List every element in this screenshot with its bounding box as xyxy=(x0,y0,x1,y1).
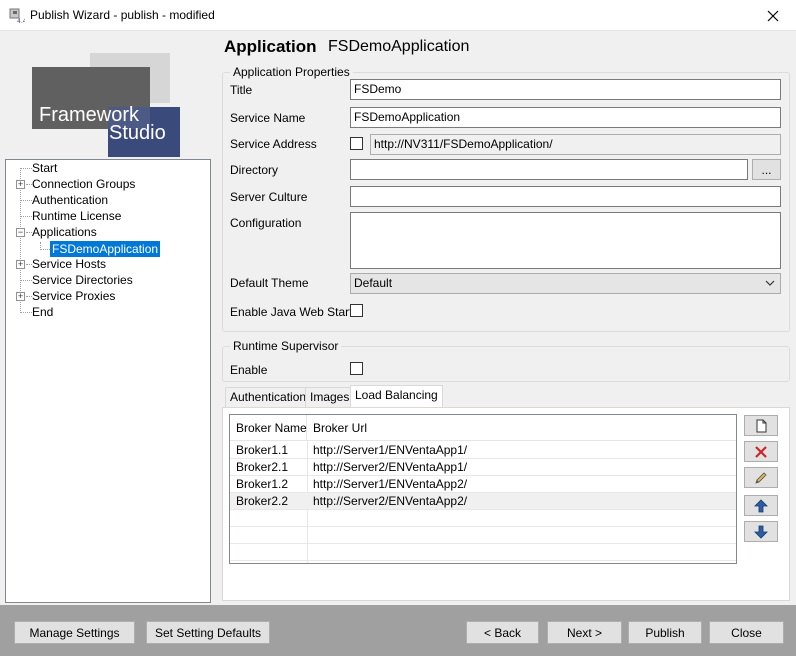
navigation-tree[interactable]: Start + Connection Groups Authentication… xyxy=(5,159,211,603)
window-title: Publish Wizard - publish - modified xyxy=(30,8,215,22)
service-name-label: Service Name xyxy=(230,111,306,125)
service-name-field[interactable]: FSDemoApplication xyxy=(350,107,781,128)
new-broker-button[interactable] xyxy=(744,415,778,436)
footer-bar: Manage Settings Set Setting Defaults < B… xyxy=(0,605,796,656)
title-bar: 4.4 Publish Wizard - publish - modified xyxy=(0,0,796,31)
tree-item-connection-groups[interactable]: Connection Groups xyxy=(32,176,135,192)
edit-broker-button[interactable] xyxy=(744,467,778,488)
delete-broker-button[interactable] xyxy=(744,441,778,462)
tree-item-service-hosts[interactable]: Service Hosts xyxy=(32,256,106,272)
tree-item-end[interactable]: End xyxy=(32,304,53,320)
chevron-down-icon xyxy=(765,280,775,286)
runtime-supervisor-group: Runtime Supervisor xyxy=(222,339,790,382)
tree-connector xyxy=(20,280,32,281)
move-up-icon xyxy=(754,498,768,512)
next-button[interactable]: Next > xyxy=(547,621,622,644)
tab-authentication[interactable]: Authentication xyxy=(225,387,312,407)
java-web-start-checkbox[interactable] xyxy=(350,304,363,317)
java-web-start-label: Enable Java Web Start xyxy=(230,305,353,319)
logo-line2: Studio xyxy=(109,122,166,144)
broker-url-cell: http://Server1/ENVentaApp2/ xyxy=(313,477,468,491)
application-name: FSDemoApplication xyxy=(328,38,470,55)
tree-item-runtime-license[interactable]: Runtime License xyxy=(32,208,121,224)
edit-icon xyxy=(755,471,767,484)
page-title: Application xyxy=(224,37,317,56)
expand-icon[interactable]: + xyxy=(16,180,25,189)
broker-url-cell: http://Server1/ENVentaApp1/ xyxy=(313,443,468,457)
broker-name-cell: Broker1.1 xyxy=(236,443,289,457)
table-row[interactable]: Broker1.2 http://Server1/ENVentaApp2/ xyxy=(230,476,736,493)
collapse-icon[interactable]: − xyxy=(16,228,25,237)
move-down-icon xyxy=(754,525,768,539)
group-title: Application Properties xyxy=(230,65,353,79)
enable-label: Enable xyxy=(230,363,268,377)
default-theme-value: Default xyxy=(354,276,393,290)
tree-item-start[interactable]: Start xyxy=(32,160,57,176)
left-pane: Framework Studio Start + Connection Grou… xyxy=(0,32,216,605)
default-theme-select[interactable]: Default xyxy=(350,273,781,294)
tree-item-service-directories[interactable]: Service Directories xyxy=(32,272,133,288)
table-row-empty[interactable] xyxy=(230,510,736,527)
expand-icon[interactable]: + xyxy=(16,292,25,301)
service-address-field[interactable]: http://NV311/FSDemoApplication/ xyxy=(370,134,781,155)
default-theme-label: Default Theme xyxy=(230,276,309,290)
tree-connector xyxy=(40,249,50,250)
configuration-field[interactable] xyxy=(350,212,781,269)
column-header-broker-name[interactable]: Broker Name xyxy=(230,415,307,441)
tree-item-fsdemoapplication[interactable]: FSDemoApplication xyxy=(50,241,161,257)
back-button[interactable]: < Back xyxy=(466,621,539,644)
right-pane: Application FSDemoApplication Applicatio… xyxy=(216,32,796,605)
tree-connector xyxy=(20,312,32,313)
broker-table[interactable]: Broker Name Broker Url Broker1.1 http://… xyxy=(229,414,737,564)
move-up-button[interactable] xyxy=(744,495,778,516)
table-row-empty[interactable] xyxy=(230,527,736,544)
title-field[interactable]: FSDemo xyxy=(350,79,781,100)
broker-url-cell: http://Server2/ENVentaApp2/ xyxy=(313,494,468,508)
table-row[interactable]: Broker2.1 http://Server2/ENVentaApp1/ xyxy=(230,459,736,476)
server-culture-field[interactable] xyxy=(350,186,781,207)
table-row-empty[interactable] xyxy=(230,544,736,561)
group-title: Runtime Supervisor xyxy=(230,339,342,353)
new-icon xyxy=(756,419,767,432)
directory-field[interactable] xyxy=(350,159,748,180)
table-header: Broker Name Broker Url xyxy=(230,415,736,441)
browse-directory-button[interactable]: ... xyxy=(752,159,781,180)
table-row[interactable]: Broker2.2 http://Server2/ENVentaApp2/ xyxy=(230,493,736,510)
expand-icon[interactable]: + xyxy=(16,260,25,269)
tree-item-authentication[interactable]: Authentication xyxy=(32,192,108,208)
close-window-button[interactable] xyxy=(750,0,796,31)
table-row[interactable]: Broker1.1 http://Server1/ENVentaApp1/ xyxy=(230,442,736,459)
runtime-supervisor-enable-checkbox[interactable] xyxy=(350,362,363,375)
configuration-label: Configuration xyxy=(230,216,302,230)
publish-wizard-icon: 4.4 xyxy=(9,8,27,25)
broker-name-cell: Broker1.2 xyxy=(236,477,289,491)
broker-name-cell: Broker2.1 xyxy=(236,460,289,474)
move-down-button[interactable] xyxy=(744,521,778,542)
svg-text:4.4: 4.4 xyxy=(17,18,25,24)
tab-images[interactable]: Images xyxy=(305,387,355,407)
column-header-broker-url[interactable]: Broker Url xyxy=(307,415,736,441)
delete-icon xyxy=(755,445,767,458)
close-button[interactable]: Close xyxy=(709,621,784,644)
set-setting-defaults-button[interactable]: Set Setting Defaults xyxy=(146,621,270,644)
framework-studio-logo: Framework Studio xyxy=(30,51,182,161)
tree-item-service-proxies[interactable]: Service Proxies xyxy=(32,288,115,304)
publish-button[interactable]: Publish xyxy=(628,621,702,644)
service-address-label: Service Address xyxy=(230,137,317,151)
title-label: Title xyxy=(230,83,253,97)
tree-connector xyxy=(20,168,32,169)
tree-connector xyxy=(20,216,32,217)
server-culture-label: Server Culture xyxy=(230,190,308,204)
broker-name-cell: Broker2.2 xyxy=(236,494,289,508)
tab-load-balancing[interactable]: Load Balancing xyxy=(350,385,443,408)
close-icon xyxy=(767,10,779,21)
manage-settings-button[interactable]: Manage Settings xyxy=(14,621,135,644)
tree-item-applications[interactable]: Applications xyxy=(32,224,97,240)
tree-connector xyxy=(20,200,32,201)
service-address-checkbox[interactable] xyxy=(350,137,363,150)
broker-url-cell: http://Server2/ENVentaApp1/ xyxy=(313,460,468,474)
directory-label: Directory xyxy=(230,163,279,177)
